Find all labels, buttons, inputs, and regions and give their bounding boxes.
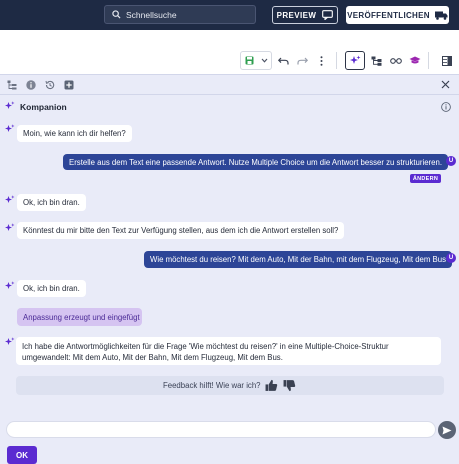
info-icon	[25, 79, 36, 90]
truck-icon	[434, 11, 448, 20]
send-icon	[442, 426, 452, 434]
feedback-text: Feedback hilft! Wie war ich?	[163, 381, 261, 390]
assistant-message: Könntest du mir bitte den Text zur Verfü…	[17, 222, 345, 239]
sparkle-icon	[5, 337, 15, 345]
add-icon	[64, 80, 73, 89]
search-icon	[112, 10, 121, 19]
applied-notice: Anpassung erzeugt und eingefügt	[17, 308, 142, 326]
companion-button[interactable]	[345, 51, 365, 70]
top-bar: Schnellsuche PREVIEW VERÖFFENTLICHEN	[0, 0, 459, 30]
send-button[interactable]	[438, 421, 456, 439]
feedback-bar: Feedback hilft! Wie war ich?	[16, 376, 444, 395]
close-icon	[441, 80, 450, 89]
sparkle-icon	[5, 223, 15, 231]
graduation-cap-icon	[409, 56, 420, 64]
thumbs-down-icon[interactable]	[283, 379, 296, 392]
user-message: Wie möchtest du reisen? Mit dem Auto, Mi…	[144, 251, 452, 268]
user-avatar: U	[446, 253, 456, 263]
tree-button[interactable]	[6, 79, 17, 90]
structure-button[interactable]	[367, 51, 386, 70]
panel-layout-icon	[441, 55, 452, 66]
preview-label: PREVIEW	[276, 10, 317, 20]
sparkle-icon	[5, 101, 15, 109]
panel-title: Kompanion	[20, 102, 67, 112]
chevron-down-icon	[261, 58, 268, 63]
preview-glasses-button[interactable]	[386, 51, 405, 70]
save-button[interactable]	[241, 52, 258, 69]
assistant-message: Ok, ich bin dran.	[17, 280, 86, 297]
history-icon	[45, 80, 54, 89]
redo-button[interactable]	[293, 51, 312, 70]
publish-label: VERÖFFENTLICHEN	[347, 10, 430, 20]
glasses-icon	[389, 58, 402, 64]
sparkle-icon	[349, 55, 360, 64]
save-group	[240, 51, 272, 70]
edit-message-button[interactable]: ÄNDERN	[410, 174, 441, 183]
assistant-message: Ok, ich bin dran.	[17, 194, 86, 211]
comment-icon	[322, 10, 334, 20]
preview-button[interactable]: PREVIEW	[272, 6, 338, 24]
assistant-message: Moin, wie kann ich dir helfen?	[17, 125, 132, 142]
add-button[interactable]	[63, 79, 74, 90]
toolbar-divider	[336, 52, 337, 69]
search-placeholder: Schnellsuche	[126, 9, 177, 20]
toolbar-divider	[428, 52, 429, 69]
sparkle-icon	[5, 281, 15, 289]
undo-icon	[278, 57, 289, 64]
layout-button[interactable]	[437, 51, 456, 70]
history-button[interactable]	[44, 79, 55, 90]
assistant-message: Ich habe die Antwortmöglichkeiten für di…	[16, 337, 441, 365]
publish-button[interactable]: VERÖFFENTLICHEN	[346, 6, 449, 24]
user-avatar: U	[446, 156, 456, 166]
sparkle-icon	[5, 195, 15, 203]
ok-button[interactable]: OK	[7, 446, 37, 464]
sparkle-icon	[5, 124, 15, 132]
search-input[interactable]: Schnellsuche	[104, 5, 256, 24]
undo-button[interactable]	[274, 51, 293, 70]
panel-toolbar	[0, 75, 459, 95]
save-options-button[interactable]	[258, 52, 271, 69]
more-vertical-icon	[320, 55, 323, 66]
panel-header: Kompanion	[0, 96, 459, 118]
more-options-button[interactable]	[312, 51, 331, 70]
editor-toolbar	[0, 48, 459, 74]
chat-input[interactable]	[6, 421, 436, 438]
user-message: Erstelle aus dem Text eine passende Antw…	[63, 154, 448, 170]
learning-button[interactable]	[405, 51, 424, 70]
thumbs-up-icon[interactable]	[265, 379, 278, 392]
companion-panel: Kompanion Moin, wie kann ich dir helfen?…	[0, 74, 459, 464]
structure-icon	[371, 56, 382, 66]
close-panel-button[interactable]	[440, 79, 451, 90]
info-icon[interactable]	[441, 102, 451, 112]
tree-icon	[7, 80, 16, 89]
info-button[interactable]	[25, 79, 36, 90]
redo-icon	[297, 57, 308, 64]
save-icon	[245, 56, 254, 65]
